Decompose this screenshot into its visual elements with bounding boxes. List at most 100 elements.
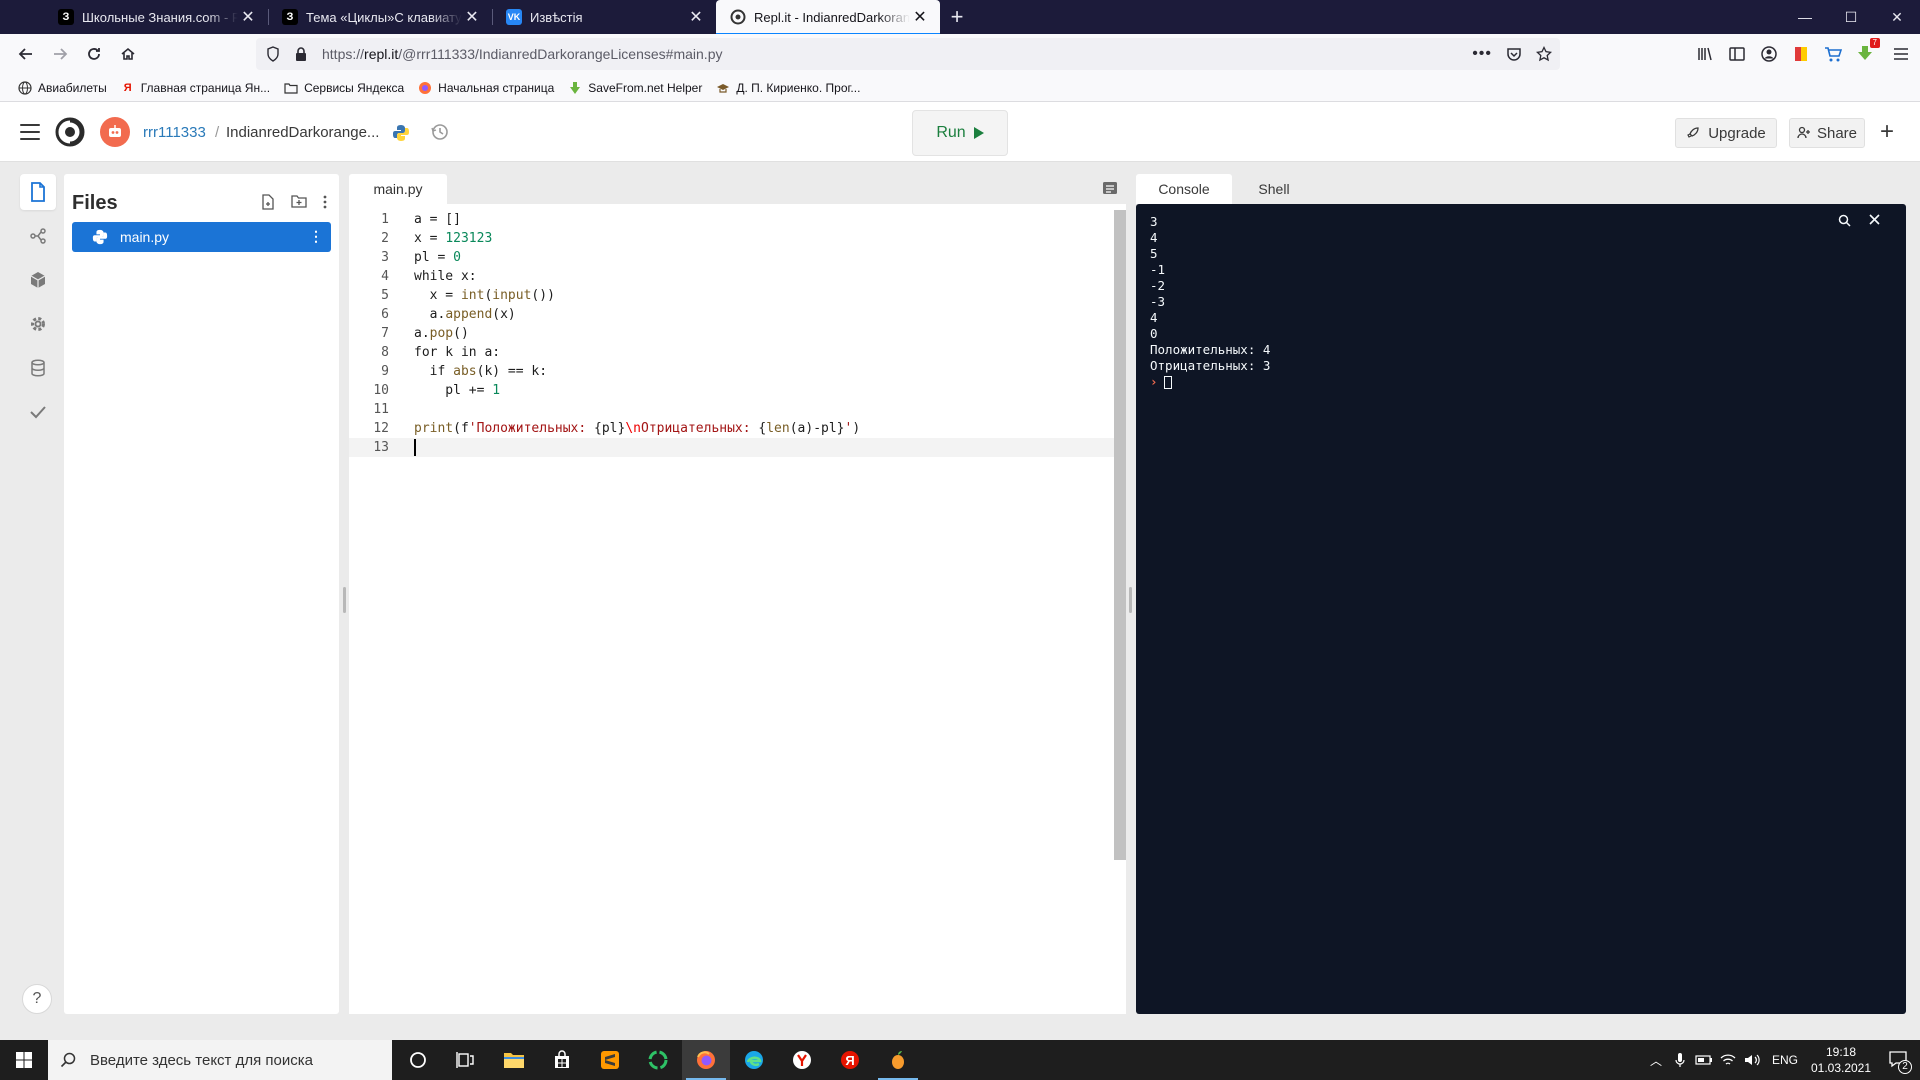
checkmark-icon[interactable]	[20, 394, 56, 430]
search-icon	[60, 1052, 76, 1068]
notifications-button[interactable]: 2	[1876, 1040, 1920, 1080]
username-link[interactable]: rrr111333	[143, 124, 206, 141]
close-icon[interactable]: ✕	[238, 7, 258, 27]
bookmark-start-page[interactable]: Начальная страница	[418, 81, 554, 95]
tab-shell[interactable]: Shell	[1232, 174, 1316, 204]
bookmark-yandex-home[interactable]: Я Главная страница Ян...	[121, 81, 270, 95]
library-icon[interactable]	[1696, 45, 1714, 63]
add-icon[interactable]: +	[1880, 120, 1894, 144]
wifi-icon[interactable]	[1716, 1053, 1740, 1067]
packages-icon[interactable]	[20, 262, 56, 298]
panel-resize-handle[interactable]	[1129, 587, 1132, 613]
shield-icon[interactable]	[266, 46, 280, 62]
replit-header: rrr111333 / IndianredDarkorange... Run U…	[0, 102, 1920, 162]
close-icon[interactable]: ✕	[910, 7, 930, 27]
microphone-icon[interactable]	[1668, 1052, 1692, 1068]
clock[interactable]: 19:18 01.03.2021	[1806, 1044, 1876, 1076]
sidebar-icon[interactable]	[1728, 45, 1746, 63]
files-icon[interactable]	[20, 174, 56, 210]
cart-icon[interactable]	[1824, 45, 1842, 63]
settings-gear-icon[interactable]	[20, 306, 56, 342]
repl-name[interactable]: IndianredDarkorange...	[226, 124, 379, 141]
console-prompt[interactable]: ›	[1150, 374, 1270, 390]
new-tab-button[interactable]: +	[940, 0, 974, 34]
minimize-icon[interactable]: —	[1782, 0, 1828, 34]
bookmark-savefrom[interactable]: SaveFrom.net Helper	[568, 81, 702, 95]
clear-console-icon[interactable]	[1869, 214, 1880, 225]
lock-icon[interactable]	[294, 46, 308, 62]
back-button[interactable]	[10, 38, 42, 70]
history-icon[interactable]	[430, 122, 450, 142]
version-control-icon[interactable]	[20, 218, 56, 254]
windows-logo-icon	[16, 1052, 32, 1068]
browser-tab-znanija[interactable]: З Школьные Знания.com - Реш ✕	[44, 0, 268, 34]
star-icon[interactable]	[1536, 46, 1552, 62]
taskbar-edge[interactable]	[730, 1040, 778, 1080]
close-icon[interactable]: ✕	[686, 7, 706, 27]
terminal-cursor	[1163, 376, 1172, 389]
account-icon[interactable]	[1760, 45, 1778, 63]
taskbar-sync-app[interactable]	[634, 1040, 682, 1080]
output-line: 5	[1150, 246, 1158, 261]
taskbar-search-input[interactable]: Введите здесь текст для поиска	[48, 1040, 392, 1080]
taskbar-fl-studio[interactable]	[874, 1040, 922, 1080]
close-window-icon[interactable]: ✕	[1874, 0, 1920, 34]
battery-icon[interactable]	[1692, 1054, 1716, 1066]
editor-menu-icon[interactable]	[1102, 180, 1118, 196]
file-options-icon[interactable]: ⋮	[309, 228, 323, 245]
hamburger-menu-icon[interactable]	[20, 124, 40, 140]
svg-text:Я: Я	[845, 1053, 854, 1068]
upgrade-button[interactable]: Upgrade	[1675, 118, 1777, 148]
cortana-button[interactable]	[394, 1040, 442, 1080]
savefrom-extension[interactable]: 7	[1856, 37, 1880, 65]
panel-resize-handle[interactable]	[343, 587, 346, 613]
bookmark-yandex-services[interactable]: Сервисы Яндекса	[284, 81, 404, 95]
browser-tab-replit[interactable]: Repl.it - IndianredDarkorangeL ✕	[716, 0, 940, 34]
reload-button[interactable]	[78, 38, 110, 70]
code-editor[interactable]: main.py 1a = [] 2x = 123123 3 pl = 0 4 whi…	[349, 174, 1126, 1014]
search-icon[interactable]	[1838, 214, 1851, 227]
taskbar-explorer[interactable]	[490, 1040, 538, 1080]
bookmark-aviabilety[interactable]: Авиабилеты	[18, 81, 107, 95]
home-button[interactable]	[112, 38, 144, 70]
input-language[interactable]: ENG	[1772, 1053, 1798, 1067]
pocket-icon[interactable]	[1506, 46, 1522, 62]
windows-start-button[interactable]	[0, 1040, 48, 1080]
bookmark-flag-icon[interactable]	[1792, 45, 1810, 63]
output-line: Отрицательных: 3	[1150, 358, 1271, 373]
run-button[interactable]: Run	[912, 110, 1008, 156]
taskbar-yandex[interactable]: Я	[826, 1040, 874, 1080]
browser-tab-cycles[interactable]: З Тема «Циклы»С клавиатуры в ✕	[268, 0, 492, 34]
new-folder-icon[interactable]	[291, 194, 307, 208]
console-output[interactable]: 3 4 5 -1 -2 -3 4 0 Положительных: 4 Отри…	[1136, 204, 1906, 1014]
more-options-icon[interactable]	[323, 194, 327, 210]
forward-button[interactable]	[44, 38, 76, 70]
new-file-icon[interactable]	[261, 194, 275, 210]
tab-main-py[interactable]: main.py	[349, 174, 447, 204]
url-text[interactable]: https://repl.it/@rrr111333/IndianredDark…	[322, 46, 722, 62]
maximize-icon[interactable]: ☐	[1828, 0, 1874, 34]
address-bar[interactable]: https://repl.it/@rrr111333/IndianredDark…	[256, 38, 1560, 70]
help-button[interactable]: ?	[22, 984, 52, 1014]
tab-console[interactable]: Console	[1136, 174, 1232, 204]
volume-icon[interactable]	[1740, 1053, 1764, 1067]
close-icon[interactable]: ✕	[462, 7, 482, 27]
taskbar-store[interactable]	[538, 1040, 586, 1080]
taskbar-firefox[interactable]	[682, 1040, 730, 1080]
file-item-main-py[interactable]: main.py ⋮	[72, 222, 331, 252]
browser-tab-izvestia[interactable]: VK Извѣстія ✕	[492, 0, 716, 34]
bookmark-kirienko[interactable]: Д. П. Кириенко. Прог...	[716, 81, 860, 95]
browser-nav-bar: https://repl.it/@rrr111333/IndianredDark…	[0, 34, 1920, 74]
database-icon[interactable]	[20, 350, 56, 386]
page-actions-icon[interactable]: •••	[1472, 45, 1492, 63]
chevron-up-icon[interactable]: ︿	[1644, 1052, 1668, 1069]
task-view-button[interactable]	[442, 1040, 490, 1080]
avatar[interactable]	[100, 117, 130, 147]
share-button[interactable]: Share	[1789, 118, 1865, 148]
replit-logo-icon[interactable]	[55, 117, 85, 147]
taskbar-yandex-browser[interactable]	[778, 1040, 826, 1080]
editor-scrollbar[interactable]	[1114, 210, 1126, 860]
task-view-icon	[456, 1052, 474, 1068]
menu-icon[interactable]	[1892, 45, 1910, 63]
taskbar-sublime[interactable]	[586, 1040, 634, 1080]
